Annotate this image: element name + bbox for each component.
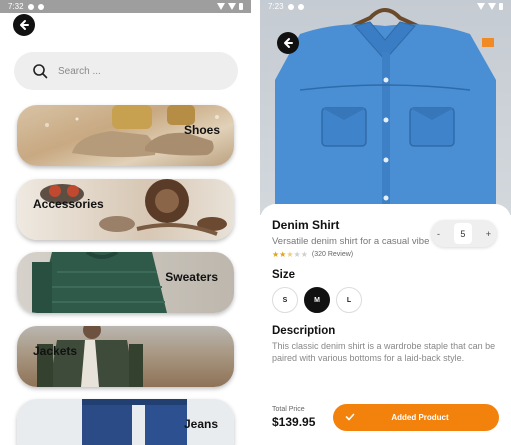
product-subtitle: Versatile denim shirt for a casual vibe <box>272 236 430 247</box>
checkout-footer: Total Price $139.95 Added Product <box>272 401 499 433</box>
signal-icon <box>228 3 236 10</box>
status-time: 7:32 <box>8 2 24 11</box>
category-card-sweaters[interactable]: Sweaters <box>17 252 234 313</box>
category-label: Accessories <box>33 197 104 211</box>
search-input[interactable] <box>58 65 208 77</box>
category-label: Sweaters <box>165 270 218 284</box>
search-bar[interactable] <box>14 52 238 90</box>
category-label: Jackets <box>33 344 78 358</box>
category-card-accessories[interactable]: Accessories <box>17 179 234 240</box>
back-arrow-icon <box>284 38 293 48</box>
category-screen: 7:32 Search ... Shoes Accessories Sweate… <box>0 0 251 445</box>
wifi-icon <box>477 3 485 10</box>
quantity-stepper[interactable]: - 5 + <box>431 220 497 247</box>
notification-icon <box>297 3 304 10</box>
description-heading: Description <box>272 325 336 337</box>
category-label: Shoes <box>183 123 220 137</box>
total-price-label: Total Price <box>272 405 305 413</box>
checkmark-icon <box>345 413 355 421</box>
back-arrow-icon <box>20 20 29 30</box>
signal-icon <box>488 3 496 10</box>
status-time: 7:23 <box>268 2 284 11</box>
category-card-jeans[interactable]: Jeans <box>17 399 234 445</box>
total-price-value: $139.95 <box>272 414 316 429</box>
size-option-m[interactable]: M <box>304 287 330 313</box>
status-bar: 7:23 <box>260 0 511 13</box>
category-label: Jeans <box>183 417 218 431</box>
decrement-button[interactable]: - <box>437 229 440 239</box>
status-bar: 7:32 <box>0 0 251 13</box>
total-price: Total Price $139.95 <box>272 406 315 429</box>
product-image <box>260 0 511 215</box>
rating-stars-icon: ★★★★★ <box>272 250 308 259</box>
wifi-icon <box>217 3 225 10</box>
notification-icon <box>27 3 34 10</box>
notification-icon <box>287 3 294 10</box>
size-option-l[interactable]: L <box>336 287 362 313</box>
increment-button[interactable]: + <box>486 229 491 239</box>
size-selector: S M L <box>272 287 499 313</box>
category-card-jackets[interactable]: Jackets <box>17 326 234 387</box>
product-rating: ★★★★★ (320 Review) <box>272 250 499 259</box>
notification-icon <box>37 3 44 10</box>
add-to-cart-label: Added Product <box>391 412 449 422</box>
quantity-value: 5 <box>453 223 472 244</box>
review-count: (320 Review) <box>311 251 354 258</box>
size-option-s[interactable]: S <box>272 287 298 313</box>
product-description: This classic denim shirt is a wardrobe s… <box>272 341 496 363</box>
size-heading: Size <box>272 269 296 281</box>
add-to-cart-button[interactable]: Added Product <box>333 403 499 431</box>
battery-icon <box>499 3 503 10</box>
search-icon <box>33 64 48 79</box>
back-button[interactable] <box>277 32 299 54</box>
product-details-sheet: Denim Shirt Versatile denim shirt for a … <box>260 204 511 445</box>
category-card-shoes[interactable]: Shoes <box>17 105 234 166</box>
battery-icon <box>239 3 243 10</box>
back-button[interactable] <box>13 14 35 36</box>
product-detail-screen: 7:23 Denim Shirt Versatile denim shirt f… <box>260 0 511 445</box>
